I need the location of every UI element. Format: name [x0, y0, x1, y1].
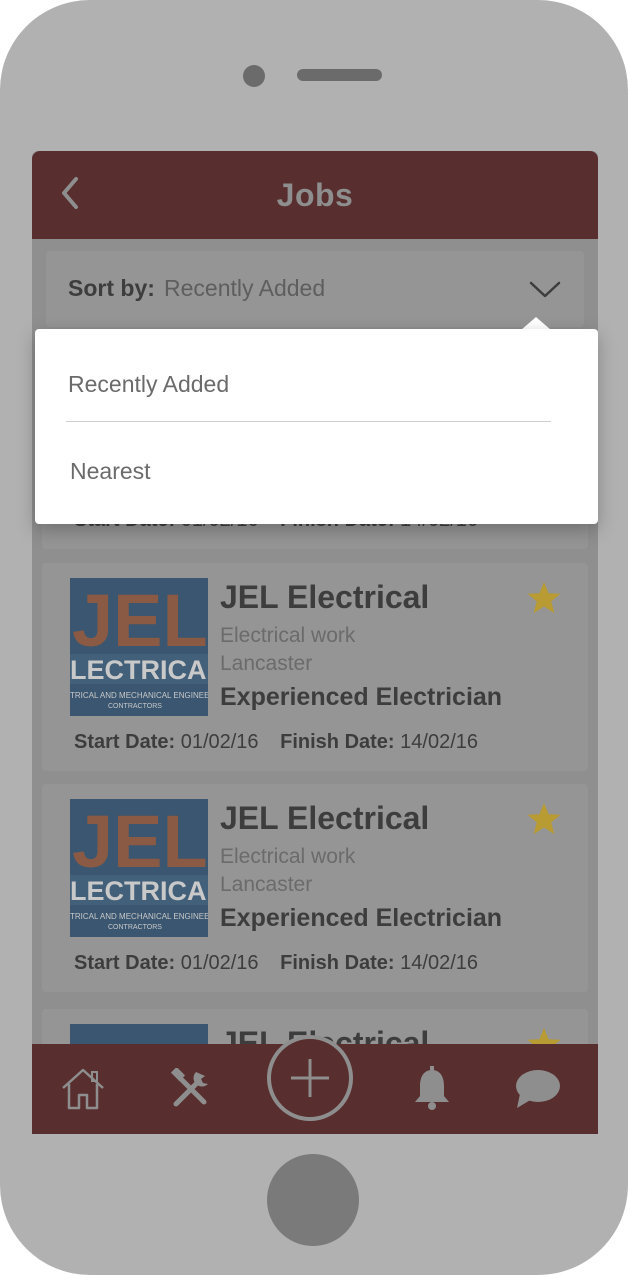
job-card[interactable]: JEL LECTRICAL LT TRICAL AND MECHANICAL E…	[42, 784, 588, 992]
svg-text:TRICAL AND MECHANICAL ENGINEER: TRICAL AND MECHANICAL ENGINEER	[70, 912, 208, 921]
company-logo: JEL LECTRICAL LT TRICAL AND MECHANICAL E…	[70, 578, 208, 716]
job-card[interactable]: JEL LECTRICAL LT TRICAL AND MECHANICAL E…	[42, 563, 588, 771]
add-button[interactable]	[267, 1035, 353, 1121]
finish-date-value: 14/02/16	[400, 731, 478, 753]
speaker	[297, 69, 382, 81]
home-icon[interactable]	[60, 1066, 106, 1112]
star-icon[interactable]	[526, 581, 562, 615]
job-category: Electrical work	[220, 624, 356, 647]
job-title: Experienced Electrician	[220, 683, 503, 711]
start-date-value: 01/02/16	[180, 731, 259, 753]
svg-text:JEL: JEL	[72, 579, 208, 662]
sort-option-nearest[interactable]: Nearest	[70, 458, 151, 485]
job-title: Experienced Electrician	[220, 904, 503, 932]
sort-label: Sort by:	[68, 275, 155, 301]
sort-dropdown: Recently Added Nearest	[35, 329, 598, 524]
sort-value[interactable]: Recently Added	[164, 275, 325, 302]
job-dates: Start Date: 01/02/16 Finish Date: 14/02/…	[74, 731, 478, 754]
star-icon[interactable]	[526, 802, 562, 836]
chat-bubble-icon[interactable]	[514, 1068, 562, 1110]
bell-icon[interactable]	[412, 1066, 452, 1110]
home-button[interactable]	[267, 1154, 359, 1246]
chevron-down-icon[interactable]	[528, 278, 562, 300]
company-name: JEL Electrical	[220, 579, 430, 615]
page-title: Jobs	[276, 177, 354, 213]
start-date-value: 01/02/16	[180, 952, 259, 974]
finish-date-label: Finish Date:	[280, 731, 395, 753]
company-name: JEL Electrical	[220, 800, 430, 836]
add-icon	[291, 1059, 329, 1097]
svg-text:LECTRICAL LT: LECTRICAL LT	[70, 876, 208, 906]
sort-option-recently-added[interactable]: Recently Added	[68, 371, 229, 398]
tools-icon[interactable]	[170, 1068, 212, 1110]
finish-date-label: Finish Date:	[280, 952, 395, 974]
svg-text:LECTRICAL LT: LECTRICAL LT	[70, 655, 208, 685]
start-date-label: Start Date:	[74, 731, 176, 753]
sort-bar[interactable]: Sort by: Recently Added	[46, 251, 584, 327]
job-category: Electrical work	[220, 845, 356, 868]
phone-frame: Jobs Sort by: Recently Added Start Date:…	[0, 0, 628, 1275]
svg-text:CONTRACTORS: CONTRACTORS	[108, 703, 162, 710]
job-location: Lancaster	[220, 873, 313, 896]
finish-date-value: 14/02/16	[400, 952, 478, 974]
app-screen: Jobs Sort by: Recently Added Start Date:…	[32, 151, 598, 1134]
svg-text:CONTRACTORS: CONTRACTORS	[108, 924, 162, 931]
app-header: Jobs	[32, 151, 598, 239]
job-location: Lancaster	[220, 652, 313, 675]
start-date-label: Start Date:	[74, 952, 176, 974]
svg-text:JEL: JEL	[72, 800, 208, 883]
camera	[243, 65, 265, 87]
divider	[66, 421, 551, 422]
company-logo: JEL LECTRICAL LT TRICAL AND MECHANICAL E…	[70, 799, 208, 937]
svg-text:TRICAL AND MECHANICAL ENGINEER: TRICAL AND MECHANICAL ENGINEER	[70, 691, 208, 700]
job-dates: Start Date: 01/02/16 Finish Date: 14/02/…	[74, 952, 478, 975]
